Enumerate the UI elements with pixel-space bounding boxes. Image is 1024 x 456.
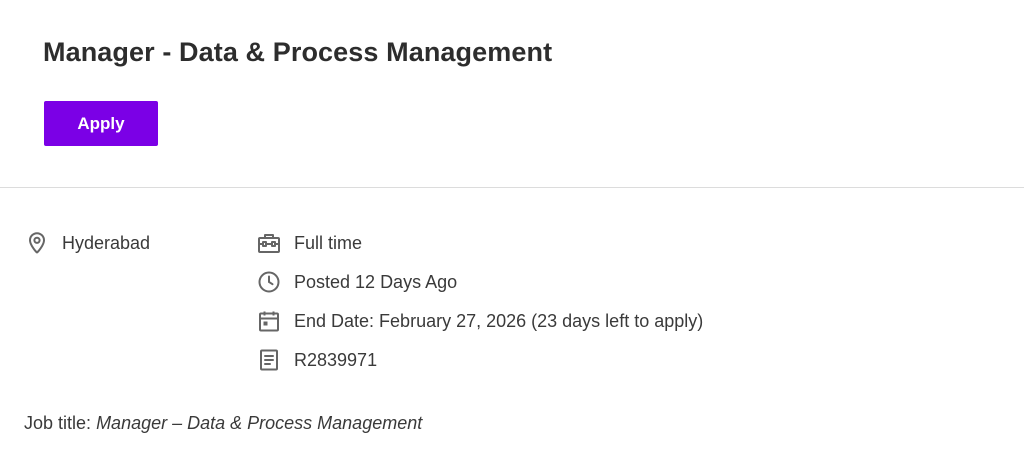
posted-item: Posted 12 Days Ago: [257, 268, 457, 296]
calendar-icon: [257, 309, 281, 333]
job-title-label: Job title: [24, 413, 87, 433]
document-icon: [257, 348, 281, 372]
end-date-text: End Date: February 27, 2026 (23 days lef…: [294, 310, 704, 331]
briefcase-icon: [257, 231, 281, 255]
employment-type-text: Full time: [294, 232, 363, 253]
page-title: Manager - Data & Process Management: [43, 37, 553, 67]
location-text: Hyderabad: [62, 232, 151, 253]
clock-icon: [257, 270, 281, 294]
requisition-id-text: R2839971: [294, 349, 378, 370]
apply-button[interactable]: Apply: [44, 101, 158, 146]
job-title-value: Manager – Data & Process Management: [96, 413, 423, 433]
job-posting-page: Manager - Data & Process Management Appl…: [0, 0, 1024, 456]
requisition-id-item: R2839971: [257, 346, 377, 374]
divider: [0, 187, 1024, 188]
location-item: Hyderabad: [25, 229, 150, 257]
job-title-separator: :: [86, 413, 97, 433]
end-date-item: End Date: February 27, 2026 (23 days lef…: [257, 307, 703, 335]
job-title-line: Job title: Manager – Data & Process Mana…: [24, 413, 422, 434]
location-pin-icon: [25, 231, 49, 255]
posted-text: Posted 12 Days Ago: [294, 271, 458, 292]
employment-type-item: Full time: [257, 229, 362, 257]
job-header: Manager - Data & Process Management Appl…: [0, 0, 1024, 188]
